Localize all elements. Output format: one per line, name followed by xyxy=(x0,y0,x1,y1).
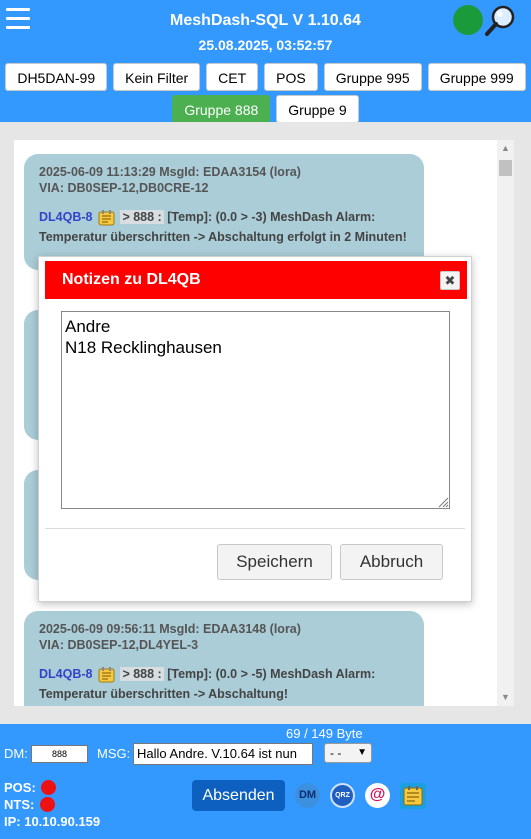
dm-icon[interactable]: DM xyxy=(295,783,320,808)
filter-button-dh5dan-99[interactable]: DH5DAN-99 xyxy=(5,63,108,91)
notes-textarea[interactable]: Andre N18 Recklinghausen xyxy=(61,311,450,509)
ip-address: IP: 10.10.90.159 xyxy=(4,814,101,829)
message-meta: 2025-06-09 09:56:11 MsgId: EDAA3148 (lor… xyxy=(39,622,301,636)
notes-icon[interactable] xyxy=(400,783,426,809)
message-text: [Temp]: (0.0 > -3) MeshDash Alarm: Tempe… xyxy=(39,210,407,244)
pos-label: POS: xyxy=(4,780,36,795)
dialog-title: Notizen zu DL4QB xyxy=(62,271,201,288)
cancel-button[interactable]: Abbruch xyxy=(340,544,443,580)
message-input[interactable]: Hallo Andre. V.10.64 ist nun xyxy=(133,743,313,765)
dm-label: DM: xyxy=(4,746,28,761)
scroll-thumb[interactable] xyxy=(499,160,512,176)
dialog-divider xyxy=(45,528,465,529)
message-group: > 888 : xyxy=(120,667,164,681)
at-icon[interactable]: @ xyxy=(365,783,390,808)
byte-counter: 69 / 149 Byte xyxy=(286,726,363,741)
search-icon[interactable] xyxy=(484,4,518,38)
message-body: DL4QB-8 > 888 : [Temp]: (0.0 > -5) MeshD… xyxy=(39,664,409,704)
note-icon[interactable] xyxy=(98,209,115,226)
filter-button-pos[interactable]: POS xyxy=(264,63,318,91)
app: MeshDash-SQL V 1.10.64 25.08.2025, 03:52… xyxy=(0,0,531,839)
dm-input[interactable]: 888 xyxy=(31,745,88,763)
send-button[interactable]: Absenden xyxy=(192,780,285,811)
message-bubble[interactable]: 2025-06-09 09:56:11 MsgId: EDAA3148 (lor… xyxy=(24,611,424,706)
scroll-down-arrow-icon[interactable]: ▼ xyxy=(497,689,514,706)
filter-button-gruppe-9[interactable]: Gruppe 9 xyxy=(276,95,359,123)
save-button[interactable]: Speichern xyxy=(217,544,332,580)
filter-button-cet[interactable]: CET xyxy=(206,63,259,91)
qrz-icon[interactable]: QRZ xyxy=(330,783,355,808)
nts-label: NTS: xyxy=(4,797,35,812)
current-datetime: 25.08.2025, 03:52:57 xyxy=(198,37,333,53)
message-callsign[interactable]: DL4QB-8 xyxy=(39,667,92,681)
filter-button-gruppe-995[interactable]: Gruppe 995 xyxy=(323,63,422,91)
app-title: MeshDash-SQL V 1.10.64 xyxy=(170,12,361,29)
message-body: DL4QB-8 > 888 : [Temp]: (0.0 > -3) MeshD… xyxy=(39,207,409,247)
notes-dialog: Notizen zu DL4QB ✖ Andre N18 Recklinghau… xyxy=(38,256,472,602)
message-select-value: - - xyxy=(330,746,342,760)
message-group: > 888 : xyxy=(120,210,164,224)
message-callsign[interactable]: DL4QB-8 xyxy=(39,210,92,224)
message-meta: 2025-06-09 11:13:29 MsgId: EDAA3154 (lor… xyxy=(39,165,301,179)
nts-status-indicator xyxy=(40,797,55,812)
msg-label: MSG: xyxy=(97,746,131,761)
filter-bar: DH5DAN-99 Kein Filter CET POS Gruppe 995… xyxy=(0,63,531,127)
note-icon[interactable] xyxy=(98,666,115,683)
filter-button-kein-filter[interactable]: Kein Filter xyxy=(113,63,201,91)
dialog-title-bar: Notizen zu DL4QB ✖ xyxy=(45,261,467,299)
chat-scrollbar[interactable]: ▲ ▼ xyxy=(497,140,514,706)
chevron-down-icon: ▼ xyxy=(357,747,367,758)
message-bubble[interactable]: 2025-06-09 11:13:29 MsgId: EDAA3154 (lor… xyxy=(24,154,424,270)
filter-button-gruppe-999[interactable]: Gruppe 999 xyxy=(427,63,526,91)
connection-status-indicator xyxy=(453,5,483,35)
message-select[interactable]: - - ▼ xyxy=(324,743,372,763)
close-icon[interactable]: ✖ xyxy=(440,271,460,290)
message-via: VIA: DB0SEP-12,DL4YEL-3 xyxy=(39,638,199,652)
filter-button-gruppe-888[interactable]: Gruppe 888 xyxy=(172,95,271,123)
pos-status-indicator xyxy=(41,780,56,795)
message-via: VIA: DB0SEP-12,DB0CRE-12 xyxy=(39,181,209,195)
scroll-up-arrow-icon[interactable]: ▲ xyxy=(497,140,514,157)
